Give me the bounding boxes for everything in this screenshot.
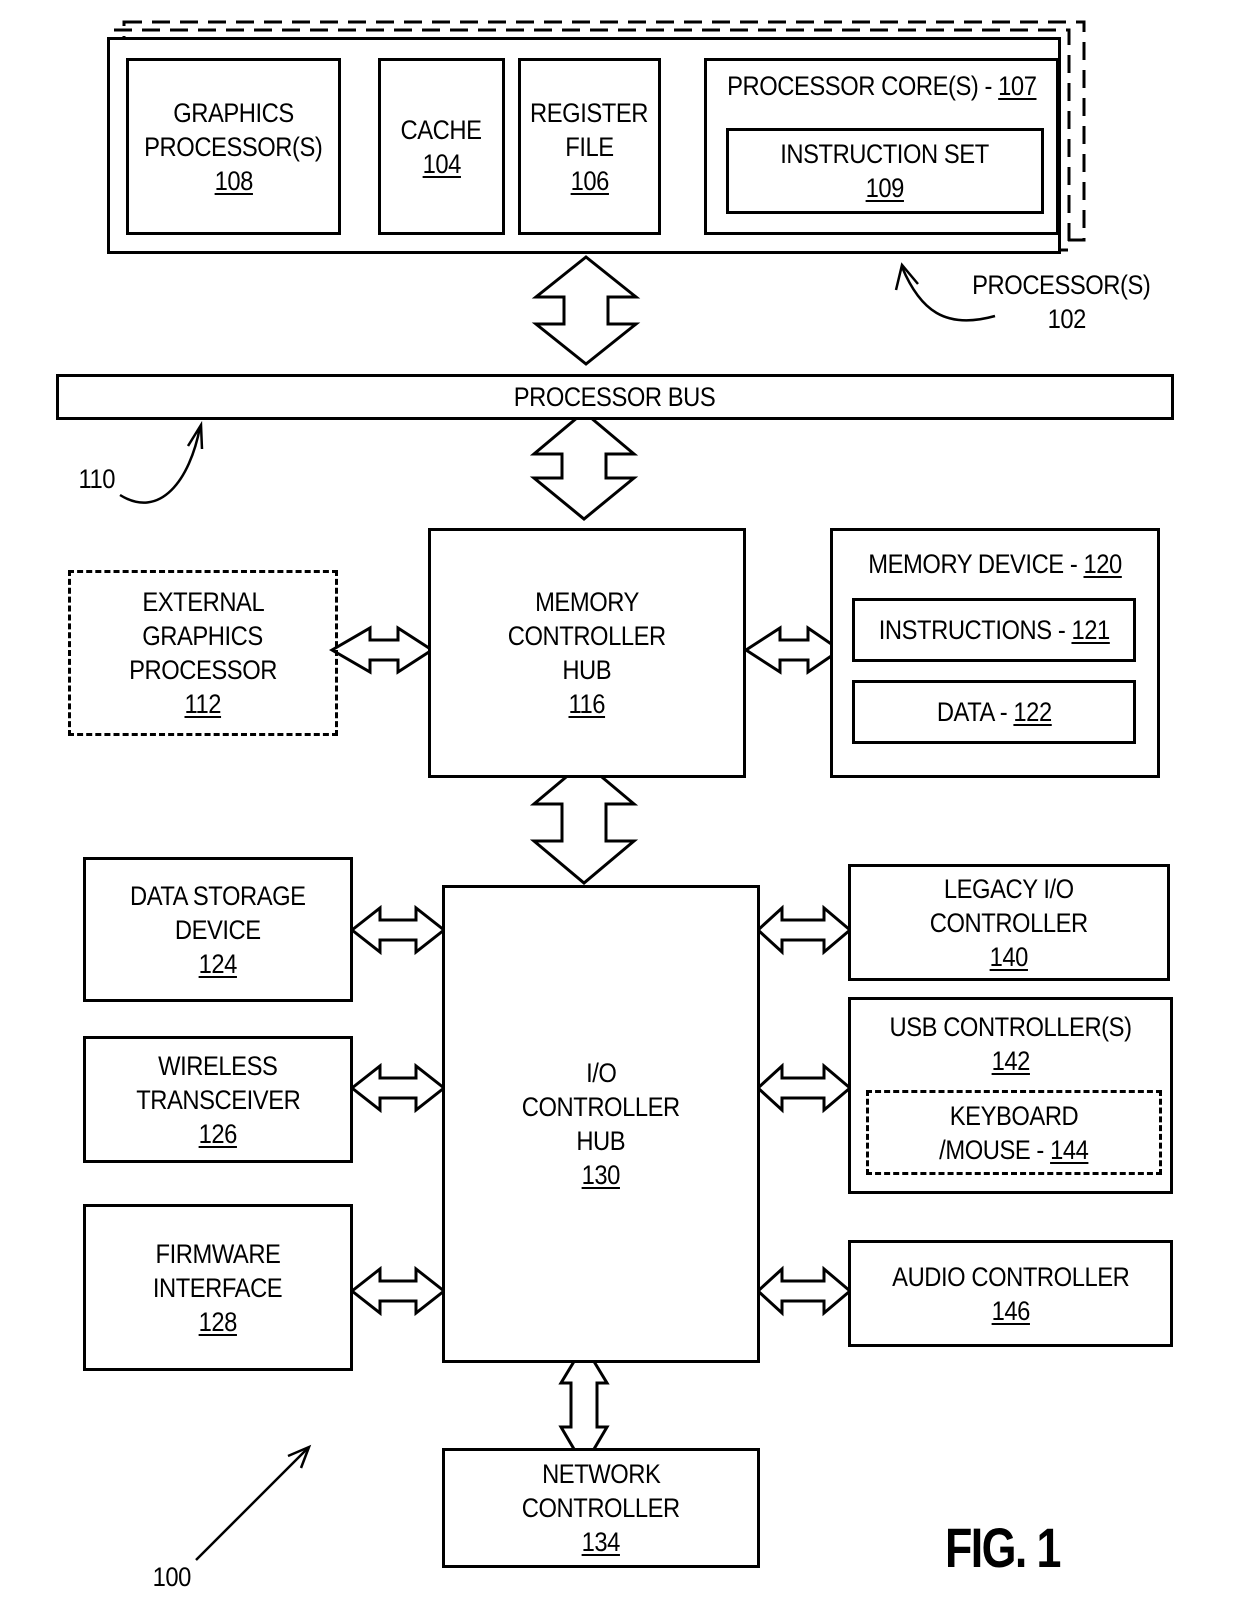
io-controller-hub-box: I/O CONTROLLER HUB 130 [442,885,760,1363]
register-file-label: REGISTER [530,97,649,128]
instruction-set-box: INSTRUCTION SET 109 [726,128,1044,214]
audio-number: 146 [991,1295,1030,1326]
cache-box: CACHE 104 [378,58,505,235]
instruction-set-number: 109 [865,173,905,203]
data-storage-label: DEVICE [175,914,261,945]
cache-number: 104 [422,148,461,179]
bus-ref-number: 110 [78,464,116,494]
memory-controller-hub-box: MEMORY CONTROLLER HUB 116 [428,528,746,778]
register-file-box: REGISTER FILE 106 [518,58,661,235]
graphics-processor-label: GRAPHICS [173,97,294,128]
instructions-label: INSTRUCTIONS - 121 [878,613,1109,647]
mch-label: MEMORY [535,587,639,617]
external-graphics-number: 112 [184,689,222,719]
ich-audio-arrow [755,1265,853,1317]
system-leader-line [195,1447,309,1561]
keyboard-mouse-label: KEYBOARD [949,1100,1079,1131]
ich-usb-arrow [755,1062,853,1114]
network-label: CONTROLLER [522,1493,680,1523]
ich-label: I/O [585,1058,617,1088]
instructions-number: 121 [1071,615,1110,645]
register-file-label: FILE [565,131,614,162]
audio-label: AUDIO CONTROLLER [891,1261,1130,1292]
ich-label: HUB [576,1126,626,1156]
instruction-set-label: INSTRUCTION SET [780,139,990,169]
data-storage-box: DATA STORAGE DEVICE 124 [83,857,353,1002]
register-file-number: 106 [570,165,609,196]
bus-mch-arrow [529,410,639,521]
graphics-processor-number: 108 [214,165,253,196]
data-number: 122 [1013,697,1052,727]
memory-device-number: 120 [1083,549,1122,579]
keyboard-mouse-box: KEYBOARD /MOUSE - 144 [866,1090,1162,1175]
network-controller-box: NETWORK CONTROLLER 134 [442,1448,760,1568]
data-storage-number: 124 [198,948,238,979]
usb-number: 142 [991,1046,1030,1076]
firmware-number: 128 [198,1306,238,1337]
external-graphics-label: EXTERNAL [142,587,264,617]
mch-memory-arrow [743,625,843,675]
firmware-label: FIRMWARE [155,1238,281,1269]
keyboard-mouse-text: /MOUSE - [939,1134,1051,1165]
cache-label: CACHE [401,114,482,145]
firmware-box: FIRMWARE INTERFACE 128 [83,1204,353,1371]
wireless-number: 126 [198,1118,238,1149]
ich-label: CONTROLLER [522,1092,680,1122]
wireless-ich-arrow [349,1062,447,1114]
legacy-io-label: CONTROLLER [930,907,1088,938]
network-label: NETWORK [541,1459,661,1489]
wireless-box: WIRELESS TRANSCEIVER 126 [83,1036,353,1163]
processor-core-text: PROCESSOR CORE(S) - [726,71,998,101]
firmware-label: INTERFACE [153,1272,283,1303]
extgfx-mch-arrow [329,625,435,675]
instructions-box: INSTRUCTIONS - 121 [852,598,1136,662]
audio-controller-box: AUDIO CONTROLLER 146 [848,1240,1173,1347]
data-storage-label: DATA STORAGE [130,880,306,911]
data-text: DATA - [936,697,1014,727]
firmware-ich-arrow [349,1265,447,1317]
mch-label: HUB [562,655,612,685]
data-box: DATA - 122 [852,680,1136,744]
processor-core-label: PROCESSOR CORE(S) - 107 [726,69,1037,103]
figure-title: FIG. 1 [945,1516,1061,1579]
graphics-processor-label: PROCESSOR(S) [144,131,323,162]
instructions-text: INSTRUCTIONS - [878,615,1072,645]
processor-bus: PROCESSOR BUS [56,374,1174,420]
memory-device-label: MEMORY DEVICE - 120 [868,547,1122,581]
mch-number: 116 [568,689,606,719]
wireless-label: TRANSCEIVER [135,1084,301,1115]
wireless-label: WIRELESS [158,1050,278,1081]
external-graphics-label: PROCESSOR [129,655,277,685]
mch-label: CONTROLLER [508,621,666,651]
external-graphics-label: GRAPHICS [142,621,264,651]
memory-device-text: MEMORY DEVICE - [868,549,1084,579]
mch-ich-arrow [529,760,639,885]
processor-ref-number: 102 [1047,304,1087,334]
ich-number: 130 [581,1160,621,1190]
network-number: 134 [581,1527,621,1557]
processor-bus-label: PROCESSOR BUS [514,382,716,412]
external-graphics-box: EXTERNAL GRAPHICS PROCESSOR 112 [68,570,338,736]
graphics-processor-box: GRAPHICS PROCESSOR(S) 108 [126,58,341,235]
bus-leader-line [119,426,202,504]
processor-core-number: 107 [997,71,1037,101]
legacy-io-box: LEGACY I/O CONTROLLER 140 [848,864,1170,981]
usb-label: USB CONTROLLER(S) [889,1012,1132,1042]
legacy-io-number: 140 [989,941,1029,972]
legacy-io-label: LEGACY I/O [944,873,1074,904]
storage-ich-arrow [349,904,447,956]
system-ref-number: 100 [152,1562,192,1592]
data-label: DATA - 122 [937,695,1052,729]
processor-ref-label: PROCESSOR(S) [972,270,1151,300]
keyboard-mouse-number: 144 [1050,1134,1089,1165]
ich-legacy-arrow [755,904,853,956]
processor-bus-arrow [531,255,641,366]
keyboard-mouse-label: /MOUSE - 144 [939,1133,1089,1167]
